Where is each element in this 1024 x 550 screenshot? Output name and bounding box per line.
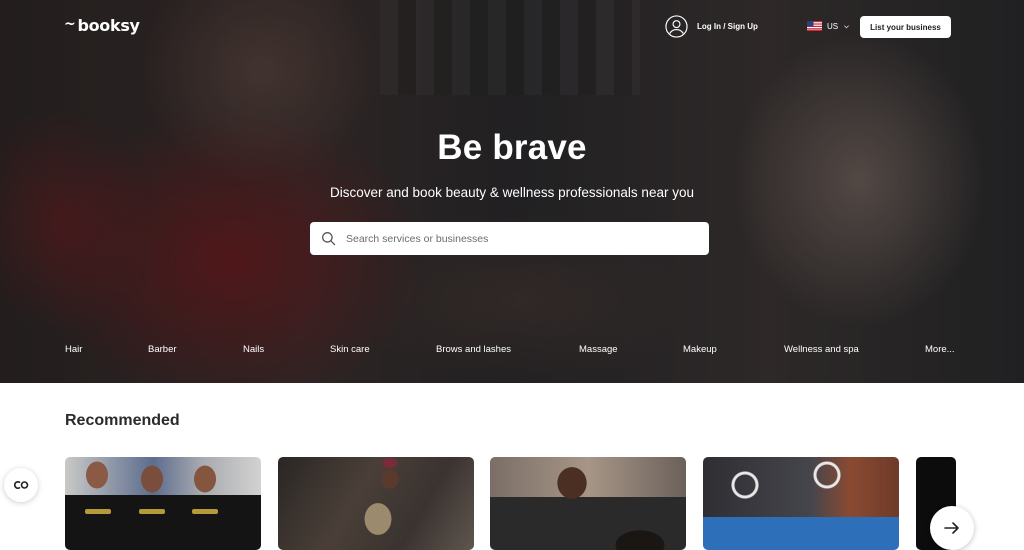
category-brows-and-lashes[interactable]: Brows and lashes [436, 344, 511, 355]
category-hair[interactable]: Hair [65, 344, 82, 355]
category-more[interactable]: More... [925, 344, 955, 355]
us-flag-icon [807, 21, 822, 31]
shirt-emblem [85, 509, 111, 514]
login-signup-link[interactable]: Log In / Sign Up [665, 15, 758, 38]
accessibility-icon [14, 481, 29, 489]
login-label: Log In / Sign Up [697, 22, 758, 31]
shirt-emblem [139, 509, 165, 514]
logo-text: booksy [77, 16, 140, 35]
hero-subheadline: Discover and book beauty & wellness prof… [330, 185, 694, 200]
search-icon [322, 232, 336, 246]
search-bar[interactable] [310, 222, 709, 255]
recommended-card[interactable] [278, 457, 474, 550]
category-wellness-and-spa[interactable]: Wellness and spa [784, 344, 859, 355]
booksy-logo[interactable]: ~ booksy [64, 15, 140, 36]
recommended-heading: Recommended [65, 412, 180, 429]
carousel-next-button[interactable] [930, 506, 974, 550]
locale-label: US [827, 21, 839, 31]
category-nails[interactable]: Nails [243, 344, 264, 355]
user-circle-icon [665, 15, 688, 38]
chevron-down-icon [844, 24, 850, 28]
category-massage[interactable]: Massage [579, 344, 618, 355]
hero-headline: Be brave [437, 128, 587, 167]
accessibility-button[interactable] [4, 468, 38, 502]
arrow-right-icon [944, 522, 959, 534]
shirt-emblem [192, 509, 218, 514]
recommended-card[interactable] [65, 457, 261, 550]
category-makeup[interactable]: Makeup [683, 344, 717, 355]
locale-selector[interactable]: US [807, 21, 850, 31]
category-skin-care[interactable]: Skin care [330, 344, 370, 355]
recommended-card[interactable] [490, 457, 686, 550]
logo-tilde-icon: ~ [64, 15, 76, 32]
recommended-card[interactable] [703, 457, 899, 550]
hero-banner: ~ booksy Log In / Sign Up US List your b… [0, 0, 1024, 383]
list-your-business-button[interactable]: List your business [860, 16, 951, 38]
search-input[interactable] [346, 232, 676, 245]
category-barber[interactable]: Barber [148, 344, 177, 355]
